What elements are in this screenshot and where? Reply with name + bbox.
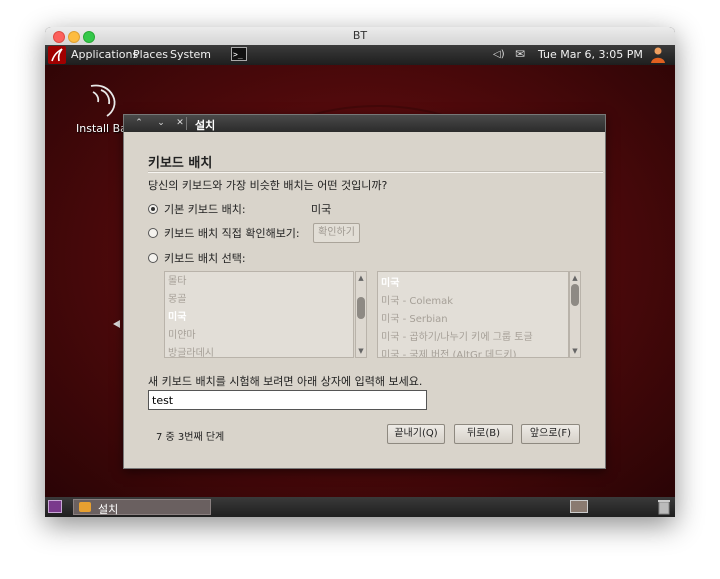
list-item[interactable]: 미국 - Colemak: [381, 292, 453, 307]
default-layout-value: 미국: [311, 203, 332, 216]
chevron-up-icon[interactable]: ⌃: [132, 117, 146, 130]
list-item[interactable]: 미국 - 국제 버전 (AltGr 데드키): [381, 346, 517, 357]
forward-button[interactable]: 앞으로(F): [521, 424, 580, 444]
step-indicator: 7 중 3번째 단계: [156, 432, 225, 443]
backtrack-logo-icon[interactable]: [48, 46, 66, 64]
test-prompt: 새 키보드 배치를 시험해 보려면 아래 상자에 입력해 보세요.: [148, 375, 423, 388]
menu-system[interactable]: System: [170, 48, 211, 61]
option-guess-label[interactable]: 키보드 배치 직접 확인해보기:: [164, 225, 300, 241]
menu-places[interactable]: Places: [133, 48, 168, 61]
list-item[interactable]: 미국 - Serbian: [381, 310, 448, 325]
back-button[interactable]: 뒤로(B): [454, 424, 513, 444]
list-item[interactable]: 방글라데시: [168, 344, 214, 357]
scroll-down-icon[interactable]: ▼: [356, 347, 366, 355]
close-icon[interactable]: ✕: [173, 117, 187, 130]
radio-default-layout[interactable]: [148, 204, 158, 214]
trash-icon[interactable]: [657, 498, 671, 515]
confirm-button[interactable]: 확인하기: [313, 223, 360, 243]
volume-icon[interactable]: ◁): [493, 49, 505, 60]
list-item[interactable]: 몰타: [168, 272, 186, 287]
variant-listbox[interactable]: 미국 미국 - Colemak 미국 - Serbian 미국 - 곱하기/나누…: [377, 271, 569, 358]
clock[interactable]: Tue Mar 6, 3:05 PM: [538, 48, 643, 61]
dragon-installer-icon[interactable]: [83, 80, 123, 120]
list-item-selected[interactable]: 미국: [381, 274, 399, 289]
country-listbox[interactable]: 몰타 몽골 미국 미얀마 방글라데시: [164, 271, 354, 358]
taskbar-task-install[interactable]: 설치: [73, 499, 211, 516]
option-default-label[interactable]: 기본 키보드 배치:: [164, 201, 246, 217]
list-item[interactable]: 몽골: [168, 290, 186, 305]
top-panel: Applications Places System >_ ◁) ✉ Tue M…: [45, 45, 675, 65]
installer-dialog: ⌃ ⌄ ✕ 설치 키보드 배치 당신의 키보드와 가장 비슷한 배치는 어떤 것…: [123, 114, 606, 469]
list-item-selected[interactable]: 미국: [168, 308, 186, 323]
option-choose-label[interactable]: 키보드 배치 선택:: [164, 250, 246, 266]
menu-applications[interactable]: Applications: [71, 48, 138, 61]
user-switcher-icon[interactable]: [649, 46, 667, 64]
scroll-down-icon[interactable]: ▼: [570, 347, 580, 355]
radio-choose-layout[interactable]: [148, 253, 158, 263]
test-input[interactable]: [148, 390, 427, 410]
list-item[interactable]: 미국 - 곱하기/나누기 키에 그룹 토글: [381, 328, 533, 343]
list-item[interactable]: 미얀마: [168, 326, 196, 341]
variant-scrollbar[interactable]: ▲ ▼: [569, 271, 581, 358]
scroll-thumb[interactable]: [571, 284, 579, 306]
chevron-down-icon[interactable]: ⌄: [154, 117, 168, 130]
bottom-panel: 설치: [45, 497, 675, 517]
quit-button[interactable]: 끝내기(Q): [387, 424, 445, 444]
scroll-thumb[interactable]: [357, 297, 365, 319]
radio-guess-layout[interactable]: [148, 228, 158, 238]
task-label: 설치: [98, 503, 119, 516]
terminal-icon[interactable]: >_: [231, 47, 247, 61]
layout-question: 당신의 키보드와 가장 비슷한 배치는 어떤 것입니까?: [148, 179, 388, 192]
page-title: 키보드 배치: [148, 156, 213, 171]
dialog-title: 설치: [195, 119, 216, 132]
heading-divider: [148, 171, 603, 173]
workspace-switcher[interactable]: [570, 500, 588, 513]
scroll-up-icon[interactable]: ▲: [570, 274, 580, 282]
mac-titlebar[interactable]: BT: [45, 27, 675, 46]
window-title: BT: [352, 29, 368, 42]
show-desktop-icon[interactable]: [48, 500, 62, 513]
installer-task-icon: [79, 502, 91, 512]
desktop-arrow-icon: [113, 320, 120, 328]
dialog-titlebar[interactable]: ⌃ ⌄ ✕ 설치: [124, 115, 605, 132]
country-scrollbar[interactable]: ▲ ▼: [355, 271, 367, 358]
mail-icon[interactable]: ✉: [515, 47, 525, 61]
scroll-up-icon[interactable]: ▲: [356, 274, 366, 282]
